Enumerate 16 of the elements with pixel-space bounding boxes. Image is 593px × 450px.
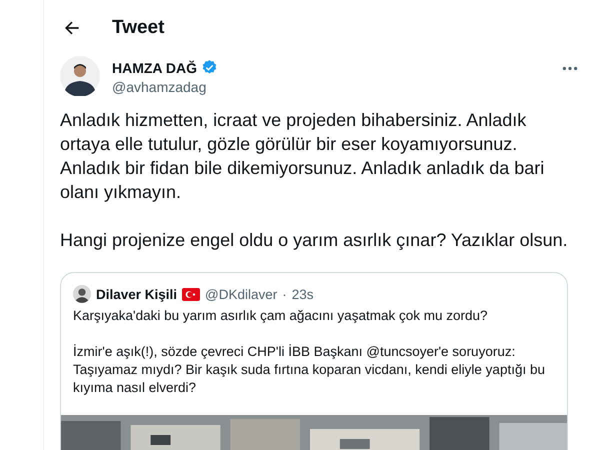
author-name[interactable]: HAMZA DAĞ xyxy=(112,60,198,76)
quoted-tweet-text: İzmir'e aşık(!), sözde çevreci CHP'li İBB Başkanı @tuncsoyer'e soruyoruz: Taşıyamaz mıydı? Bir kaşık suda fırtına koparan vicdanı, kendi eliyle yaptığı bu kıyıma nasıl elverdi? xyxy=(73,343,546,397)
page-title: Tweet xyxy=(112,17,164,39)
quoted-author-name: Dilaver Kişili xyxy=(96,286,178,302)
quoted-time: 23s xyxy=(292,286,314,302)
quoted-tweet-text: Karşıyaka'daki bu yarım asırlık çam ağacını yaşatmak çok mu zordu? xyxy=(73,307,488,325)
avatar-icon xyxy=(73,285,91,303)
tweet-text: Hangi projenize engel oldu o yarım asırlık çınar? Yazıklar olsun. xyxy=(60,229,569,252)
avatar-icon[interactable] xyxy=(60,56,100,96)
more-options-icon[interactable] xyxy=(562,66,578,71)
turkish-flag-icon xyxy=(182,288,200,300)
quoted-author-handle: @DKdilaver xyxy=(205,286,278,302)
author-handle[interactable]: @avhamzadag xyxy=(112,79,550,95)
quoted-tweet-card[interactable] xyxy=(60,272,568,450)
tweet-text: Anladık hizmetten, icraat ve projeden bihabersiniz. Anladık ortaya elle tutulur, gözle görülür bir eser koyamıyorsunuz. Anladık bir fidan bile dikemiyorsunuz. Anladık anladık da bari olanı yıkmayın. xyxy=(60,109,546,204)
separator-dot: · xyxy=(282,286,287,302)
